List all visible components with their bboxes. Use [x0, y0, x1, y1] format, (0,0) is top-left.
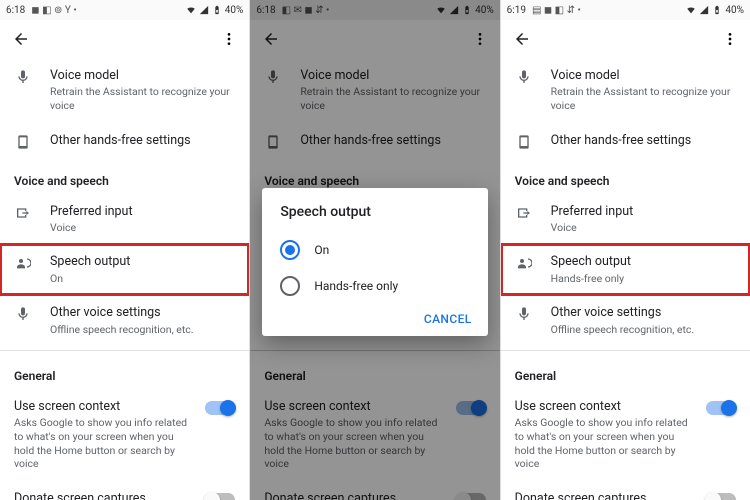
donate-title: Donate screen captures — [14, 491, 187, 500]
speech-output-item[interactable]: Speech output Hands-free only — [501, 244, 750, 295]
use-screen-context-item[interactable]: Use screen contextAsks Google to show yo… — [501, 389, 750, 481]
other-voice-sub: Offline speech recognition, etc. — [50, 323, 235, 337]
battery-text: 40% — [225, 5, 244, 16]
donate-toggle[interactable] — [706, 493, 736, 500]
status-bar: 6:19 ▤ ◼ ◧ ⇵ • 40% — [501, 0, 750, 20]
input-icon — [516, 205, 532, 221]
voice-model-item[interactable]: Voice modelRetrain the Assistant to reco… — [0, 58, 249, 123]
battery-icon — [712, 5, 722, 15]
other-voice-title: Other voice settings — [50, 305, 235, 321]
phone-icon — [516, 134, 532, 150]
screen-left: 6:18 ◼ ◧ ⊚ Y • 40% Voice modelRetrain th… — [0, 0, 250, 500]
preferred-input-title: Preferred input — [50, 204, 235, 220]
wifi-icon — [686, 5, 696, 15]
screen-context-sub: Asks Google to show you info related to … — [14, 416, 187, 471]
voice-model-sub: Retrain the Assistant to recognize your … — [50, 85, 235, 112]
wifi-icon — [186, 5, 196, 15]
screen-right: 6:19 ▤ ◼ ◧ ⇵ • 40% Voice modelRetrain th… — [501, 0, 750, 500]
status-time: 6:19 — [507, 5, 526, 16]
signal-icon — [699, 5, 709, 15]
signal-icon — [199, 5, 209, 15]
person-speak-icon — [516, 255, 532, 271]
person-speak-icon — [15, 255, 31, 271]
speech-output-title: Speech output — [551, 254, 736, 270]
mic-settings-icon — [516, 306, 532, 322]
option-hands-free-only[interactable]: Hands-free only — [274, 268, 475, 304]
back-button[interactable] — [6, 24, 36, 54]
speech-output-item[interactable]: Speech output On — [0, 244, 249, 295]
speech-output-sub: On — [50, 272, 235, 286]
speech-output-dialog: Speech output On Hands-free only CANCEL — [262, 188, 487, 336]
preferred-input-item[interactable]: Preferred inputVoice — [0, 194, 249, 245]
mic-icon — [516, 69, 532, 85]
screen-context-toggle[interactable] — [205, 401, 235, 415]
speech-output-sub: Hands-free only — [551, 272, 736, 286]
app-bar — [501, 20, 750, 58]
preferred-input-sub: Voice — [50, 221, 235, 235]
other-voice-settings-item[interactable]: Other voice settings Offline speech recog… — [0, 295, 249, 346]
status-left-icons: ▤ ◼ ◧ ⇵ • — [526, 5, 686, 16]
donate-captures-item[interactable]: Donate screen capturesAllow screen captu… — [0, 481, 249, 500]
overflow-menu-icon[interactable] — [716, 25, 744, 53]
voice-model-title: Voice model — [50, 68, 235, 84]
app-bar — [0, 20, 249, 58]
input-icon — [15, 205, 31, 221]
donate-captures-item[interactable]: Donate screen capturesAllow screen captu… — [501, 481, 750, 500]
other-hands-free-title: Other hands-free settings — [50, 133, 235, 149]
section-general: General — [0, 355, 249, 389]
other-hands-free-item[interactable]: Other hands-free settings — [501, 123, 750, 160]
back-button[interactable] — [507, 24, 537, 54]
option-on-label: On — [314, 243, 329, 257]
phone-icon — [15, 134, 31, 150]
status-time: 6:18 — [6, 5, 25, 16]
option-hands-free-label: Hands-free only — [314, 279, 398, 293]
dialog-title: Speech output — [280, 204, 475, 220]
mic-icon — [15, 69, 31, 85]
donate-toggle[interactable] — [205, 493, 235, 500]
speech-output-title: Speech output — [50, 254, 235, 270]
screen-context-title: Use screen context — [14, 399, 187, 415]
use-screen-context-item[interactable]: Use screen contextAsks Google to show yo… — [0, 389, 249, 481]
radio-hands-free-icon — [280, 276, 300, 296]
voice-model-item[interactable]: Voice modelRetrain the Assistant to reco… — [501, 58, 750, 123]
status-left-icons: ◼ ◧ ⊚ Y • — [25, 5, 185, 16]
overflow-menu-icon[interactable] — [215, 25, 243, 53]
section-voice-speech: Voice and speech — [0, 160, 249, 194]
screen-middle: 6:18 ◧ ✉ ◼ ⇵ • 40% Voice modelRetrain th… — [250, 0, 500, 500]
other-voice-settings-item[interactable]: Other voice settingsOffline speech recog… — [501, 295, 750, 346]
screen-context-toggle[interactable] — [706, 401, 736, 415]
battery-text: 40% — [725, 5, 744, 16]
option-on[interactable]: On — [274, 232, 475, 268]
mic-settings-icon — [15, 306, 31, 322]
divider — [0, 350, 249, 351]
other-hands-free-item[interactable]: Other hands-free settings — [0, 123, 249, 160]
radio-on-icon — [280, 240, 300, 260]
battery-icon — [212, 5, 222, 15]
cancel-button[interactable]: CANCEL — [424, 312, 472, 326]
preferred-input-item[interactable]: Preferred inputVoice — [501, 194, 750, 245]
status-bar: 6:18 ◼ ◧ ⊚ Y • 40% — [0, 0, 249, 20]
